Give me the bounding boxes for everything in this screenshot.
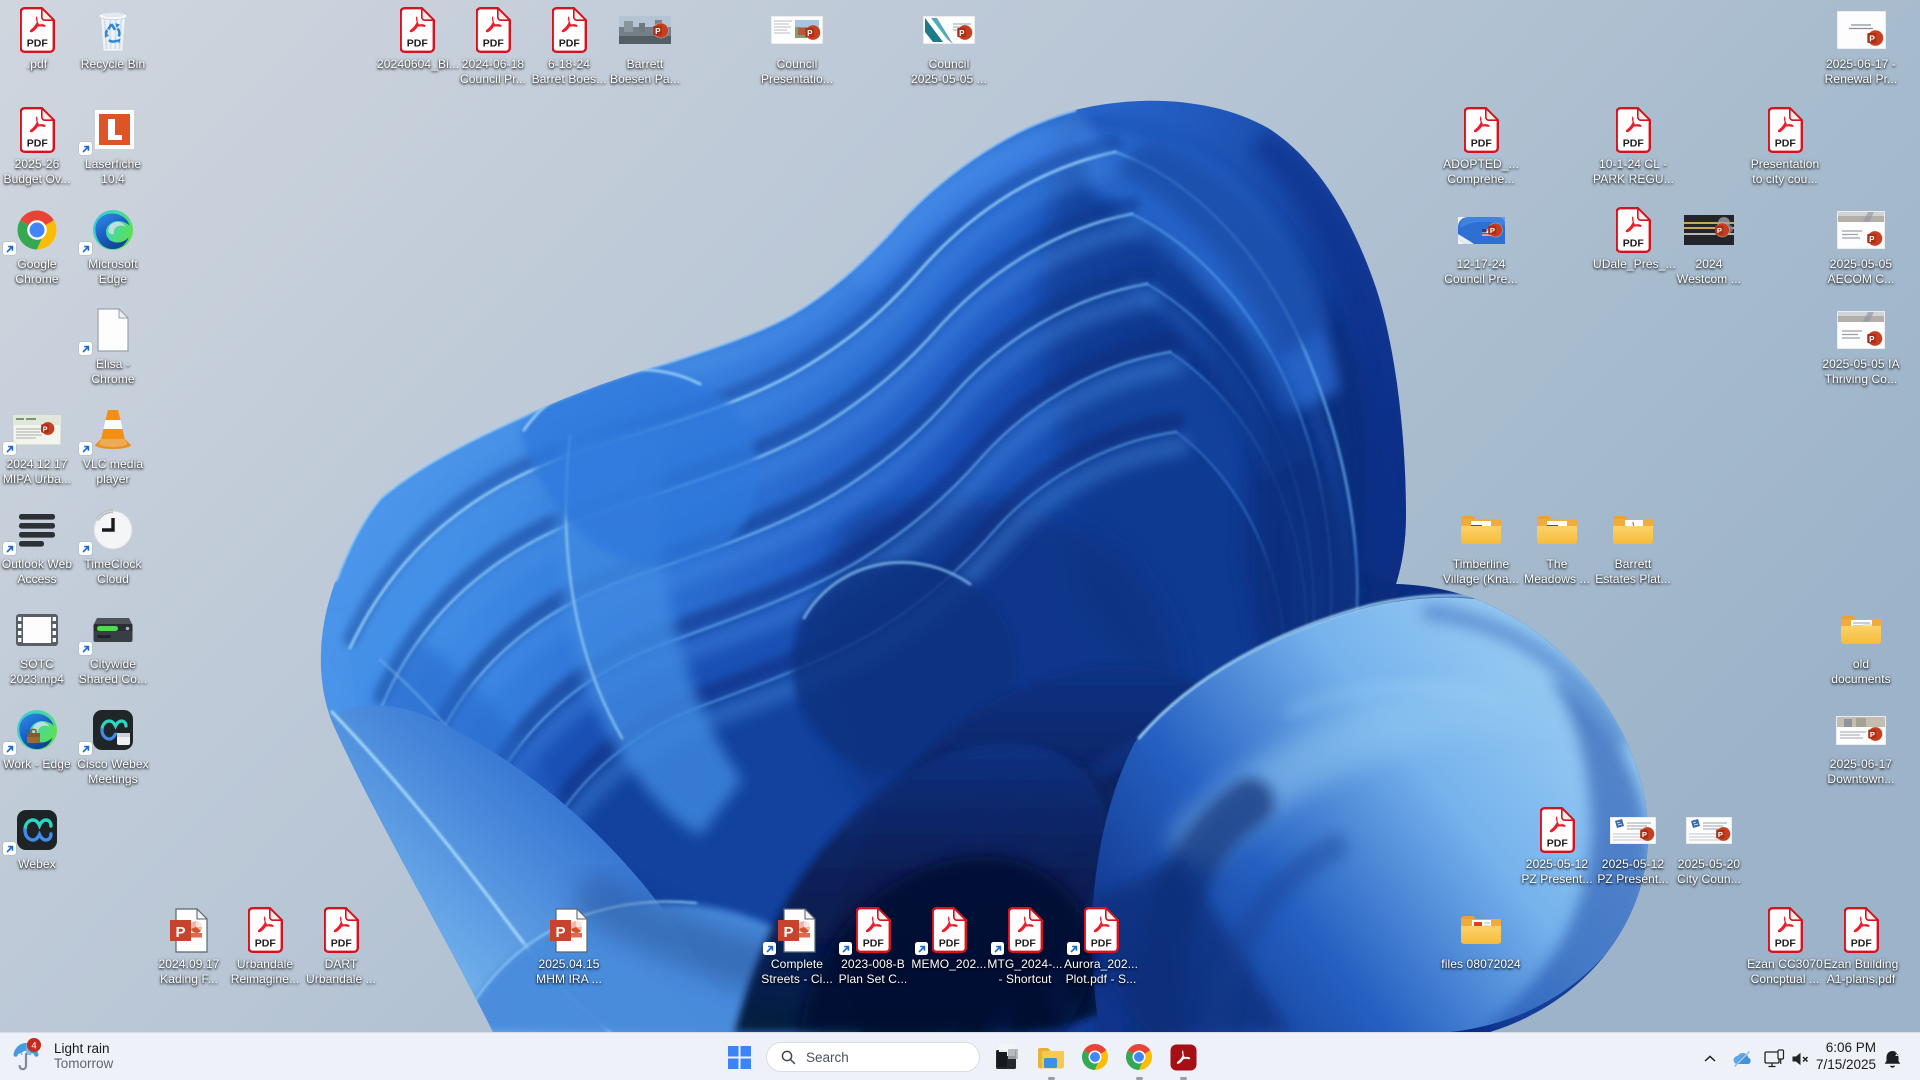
svg-text:z: z (1895, 1049, 1899, 1058)
svg-text:4: 4 (31, 1041, 36, 1052)
